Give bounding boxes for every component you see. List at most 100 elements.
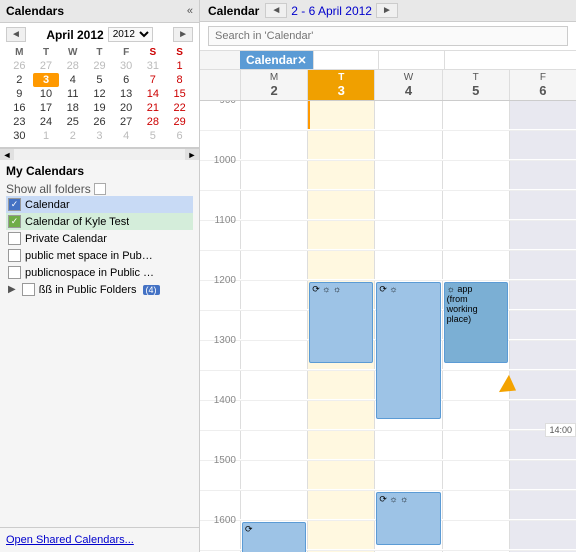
mini-cal-day[interactable]: 7 [140, 73, 167, 87]
day-header-cell[interactable]: W4 [374, 70, 441, 100]
time-cell[interactable] [374, 251, 441, 279]
time-cell[interactable] [442, 521, 509, 549]
mini-cal-day[interactable]: 8 [166, 73, 193, 87]
time-cell[interactable] [509, 341, 576, 369]
mini-cal-day[interactable]: 6 [113, 73, 140, 87]
time-cell[interactable] [374, 431, 441, 459]
time-cell[interactable] [240, 311, 307, 339]
mini-cal-day[interactable]: 2 [6, 73, 33, 87]
time-cell[interactable]: ⟳ ☼ ☼ [307, 281, 374, 309]
cal-item-checkbox[interactable] [8, 249, 21, 262]
time-cell[interactable] [307, 491, 374, 519]
time-cell[interactable] [240, 401, 307, 429]
date-range-label[interactable]: 2 - 6 April 2012 [291, 4, 372, 18]
time-cell[interactable] [442, 161, 509, 189]
time-cell[interactable] [240, 491, 307, 519]
time-cell[interactable] [307, 461, 374, 489]
time-cell[interactable]: ⟳ ☼ ☼ [374, 491, 441, 519]
time-cell[interactable] [240, 161, 307, 189]
mini-cal-day[interactable]: 5 [86, 73, 113, 87]
mini-cal-day[interactable]: 22 [166, 101, 193, 115]
time-cell[interactable] [442, 131, 509, 159]
time-cell[interactable] [509, 311, 576, 339]
time-cell[interactable] [240, 191, 307, 219]
calendar-list-item[interactable]: Private Calendar [6, 230, 193, 247]
time-cell[interactable]: ⟳ ☼ [374, 281, 441, 309]
time-cell[interactable] [509, 251, 576, 279]
mini-cal-day[interactable]: 15 [166, 87, 193, 101]
mini-cal-day[interactable]: 6 [166, 129, 193, 143]
time-cell[interactable] [307, 371, 374, 399]
day-header-cell[interactable]: T3 [307, 70, 374, 100]
time-cell[interactable] [509, 191, 576, 219]
mini-cal-day[interactable]: 18 [59, 101, 86, 115]
time-cell[interactable] [240, 251, 307, 279]
calendar-list-item[interactable]: public met space in Public F [6, 247, 193, 264]
time-cell[interactable] [240, 431, 307, 459]
time-cell[interactable] [509, 131, 576, 159]
calendar-list-item[interactable]: publicnospace in Public Fol [6, 264, 193, 281]
time-cell[interactable] [442, 371, 509, 399]
mini-cal-day[interactable]: 20 [113, 101, 140, 115]
mini-cal-day[interactable]: 27 [33, 59, 60, 73]
time-cell[interactable] [240, 281, 307, 309]
time-cell[interactable] [307, 101, 374, 129]
mini-cal-day[interactable]: 26 [86, 115, 113, 129]
mini-cal-day[interactable]: 14 [140, 87, 167, 101]
time-cell[interactable]: ⟳ [240, 521, 307, 549]
mini-cal-day[interactable]: 3 [86, 129, 113, 143]
time-cell[interactable] [307, 251, 374, 279]
day-header-cell[interactable]: F6 [509, 70, 576, 100]
mini-cal-day[interactable]: 29 [86, 59, 113, 73]
mini-cal-day[interactable]: 25 [59, 115, 86, 129]
show-all-folders[interactable]: Show all folders [6, 182, 193, 196]
day-header-cell[interactable]: M2 [240, 70, 307, 100]
day-header-cell[interactable]: T5 [442, 70, 509, 100]
calendar-event[interactable]: ⟳ ☼ [376, 282, 440, 419]
time-cell[interactable] [442, 221, 509, 249]
cal-item-checkbox[interactable] [8, 266, 21, 279]
mini-cal-day[interactable]: 19 [86, 101, 113, 115]
time-cell[interactable] [240, 131, 307, 159]
cal-close-btn[interactable]: ✕ [297, 54, 306, 67]
time-cell[interactable] [509, 221, 576, 249]
time-cell[interactable]: 14:00 [509, 401, 576, 429]
mini-cal-day[interactable]: 3 [33, 73, 60, 87]
mini-cal-day[interactable]: 31 [140, 59, 167, 73]
time-cell[interactable] [509, 461, 576, 489]
calendar-list-item[interactable]: ▶ßß in Public Folders(4) [6, 281, 193, 298]
time-cell[interactable] [307, 161, 374, 189]
mini-cal-day[interactable]: 10 [33, 87, 60, 101]
calendar-event[interactable]: ⟳ ☼ ☼ [376, 492, 440, 545]
time-cell[interactable] [374, 161, 441, 189]
time-cell[interactable] [442, 431, 509, 459]
time-cell[interactable] [442, 461, 509, 489]
mini-cal-day[interactable]: 17 [33, 101, 60, 115]
time-cell[interactable] [240, 461, 307, 489]
time-cell[interactable] [307, 401, 374, 429]
time-cell[interactable]: ☼ app (from working place) [442, 281, 509, 309]
calendar-event[interactable]: ☼ app (from working place) [444, 282, 508, 363]
mini-cal-day[interactable]: 5 [140, 129, 167, 143]
time-cell[interactable] [442, 101, 509, 129]
mini-cal-day[interactable]: 28 [59, 59, 86, 73]
time-cell[interactable] [240, 101, 307, 129]
time-cell[interactable] [240, 371, 307, 399]
calendar-list-item[interactable]: ✓Calendar [6, 196, 193, 213]
show-all-checkbox[interactable] [94, 183, 106, 195]
time-cell[interactable] [374, 191, 441, 219]
time-cell[interactable] [307, 431, 374, 459]
time-cell[interactable] [442, 491, 509, 519]
time-cell[interactable] [374, 101, 441, 129]
date-prev-btn[interactable]: ◄ [265, 3, 287, 18]
time-cell[interactable] [509, 281, 576, 309]
mini-cal-day[interactable]: 21 [140, 101, 167, 115]
time-cell[interactable] [374, 131, 441, 159]
mini-cal-prev-btn[interactable]: ◄ [6, 27, 26, 42]
time-cell[interactable] [307, 521, 374, 549]
calendar-event[interactable]: ⟳ [242, 522, 306, 552]
time-cell[interactable] [374, 461, 441, 489]
time-cell[interactable] [307, 221, 374, 249]
group-expand-icon[interactable]: ▶ [8, 284, 16, 295]
mini-cal-day[interactable]: 4 [113, 129, 140, 143]
